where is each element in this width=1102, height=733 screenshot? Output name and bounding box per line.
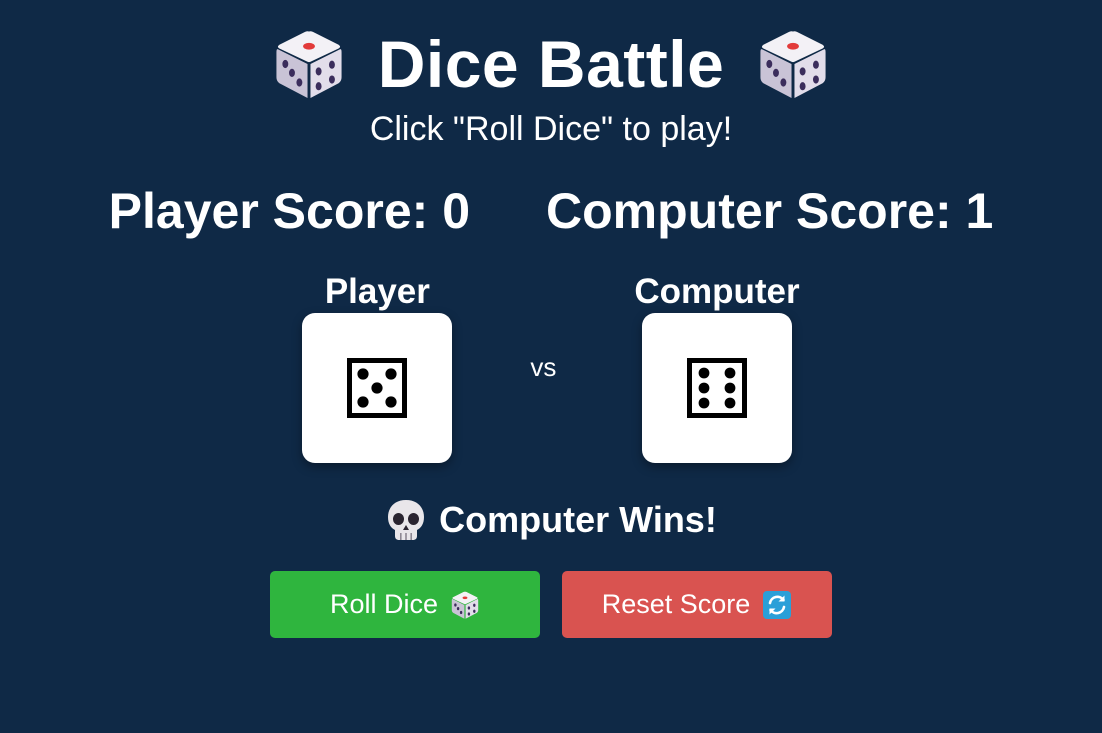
player-side: Player bbox=[302, 270, 453, 463]
computer-label: Computer bbox=[634, 272, 800, 311]
reset-score-label: Reset Score bbox=[601, 589, 751, 619]
die-face-5-icon bbox=[347, 358, 408, 418]
instructions-text: Click "Roll Dice" to play! bbox=[369, 110, 733, 148]
player-die-card bbox=[302, 313, 453, 463]
roll-dice-button[interactable]: Roll Dice bbox=[270, 571, 540, 638]
player-label: Player bbox=[324, 272, 430, 311]
round-result: Computer Wins! bbox=[0, 496, 1102, 544]
versus-label: vs bbox=[530, 352, 557, 382]
computer-score: Computer Score: 1 bbox=[546, 183, 994, 239]
title-row: Dice Battle bbox=[0, 24, 1102, 104]
die-face-6-icon bbox=[687, 358, 747, 418]
action-buttons: Roll Dice Reset Score bbox=[0, 571, 1102, 638]
game-die-icon bbox=[450, 590, 480, 620]
roll-dice-label: Roll Dice bbox=[329, 589, 439, 619]
skull-icon bbox=[388, 500, 425, 540]
computer-die-card bbox=[642, 313, 792, 463]
game-die-icon bbox=[756, 27, 830, 101]
game-die-icon bbox=[272, 27, 346, 101]
scoreboard: Player Score: 0 Computer Score: 1 bbox=[0, 180, 1102, 242]
reset-score-button[interactable]: Reset Score bbox=[562, 571, 832, 638]
refresh-icon bbox=[763, 590, 792, 619]
result-text: Computer Wins! bbox=[439, 499, 717, 540]
dice-arena: Player vs Computer bbox=[0, 270, 1102, 463]
computer-side: Computer bbox=[634, 270, 800, 463]
page-title: Dice Battle bbox=[377, 27, 725, 101]
player-score: Player Score: 0 bbox=[108, 183, 470, 239]
